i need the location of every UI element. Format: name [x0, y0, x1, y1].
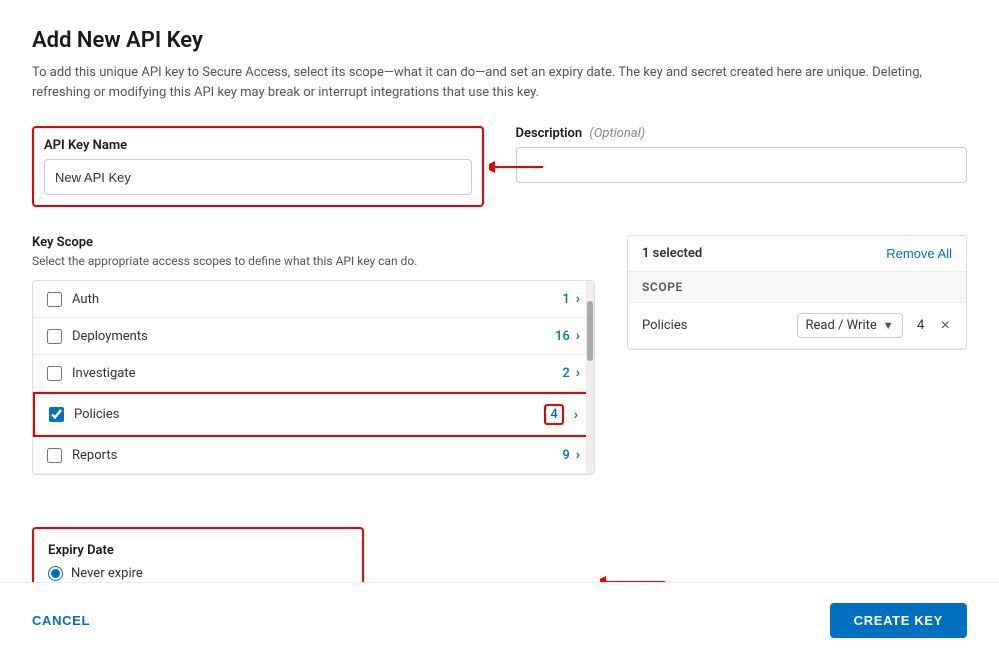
dropdown-chevron-icon: ▼ [883, 319, 894, 332]
api-key-name-highlight-box: API Key Name [32, 126, 484, 207]
permission-value: Read / Write [806, 318, 877, 333]
key-scope-description: Select the appropriate access scopes to … [32, 254, 595, 268]
description-label: Description (Optional) [516, 126, 968, 141]
scope-chevron-deployments[interactable]: › [576, 328, 580, 344]
name-desc-row: API Key Name Description (Optional) [32, 126, 967, 207]
scope-chevron-reports[interactable]: › [576, 447, 580, 463]
scope-item-deployments[interactable]: Deployments 16 › [33, 318, 594, 355]
scope-item-policies[interactable]: Policies 4 › [33, 392, 594, 437]
scope-name-deployments: Deployments [72, 329, 555, 344]
key-scope-title: Key Scope [32, 235, 595, 250]
description-input[interactable] [516, 147, 968, 183]
scope-checkbox-deployments[interactable] [47, 329, 62, 344]
never-expire-radio[interactable] [48, 566, 63, 581]
selected-count-badge: 4 [913, 318, 929, 333]
scope-chevron-auth[interactable]: › [576, 291, 580, 307]
scope-count-policies: 4 [544, 404, 563, 425]
selected-scope-row-policies: Policies Read / Write ▼ 4 × [628, 303, 966, 349]
cancel-button[interactable]: CANCEL [32, 613, 90, 628]
optional-tag: (Optional) [589, 126, 645, 141]
scope-name-reports: Reports [72, 448, 562, 463]
scope-scrollbar-thumb [587, 301, 593, 361]
scope-name-auth: Auth [72, 292, 562, 307]
create-key-button[interactable]: CREATE KEY [830, 603, 967, 638]
scope-chevron-policies[interactable]: › [574, 407, 578, 423]
scope-chevron-investigate[interactable]: › [576, 365, 580, 381]
scope-count-investigate: 2 [562, 366, 569, 381]
remove-all-button[interactable]: Remove All [886, 246, 952, 261]
scope-checkbox-auth[interactable] [47, 292, 62, 307]
never-expire-label: Never expire [71, 566, 143, 581]
page-description: To add this unique API key to Secure Acc… [32, 63, 932, 102]
selected-panel-header: 1 selected Remove All [628, 236, 966, 272]
api-key-name-label: API Key Name [44, 138, 472, 153]
scope-name-investigate: Investigate [72, 366, 562, 381]
selected-scope-name: Policies [642, 318, 787, 333]
description-section: Description (Optional) [516, 126, 968, 207]
api-key-name-section: API Key Name [32, 126, 484, 207]
scope-checkbox-policies[interactable] [49, 407, 64, 422]
key-scope-section: Key Scope Select the appropriate access … [32, 235, 595, 634]
never-expire-option[interactable]: Never expire [48, 566, 348, 581]
main-content-layout: Key Scope Select the appropriate access … [32, 235, 967, 634]
scope-scrollbar[interactable] [586, 281, 594, 474]
scope-checkbox-reports[interactable] [47, 448, 62, 463]
selected-scopes-panel: 1 selected Remove All Scope Policies Rea… [627, 235, 967, 634]
permission-dropdown[interactable]: Read / Write ▼ [797, 313, 903, 338]
selected-count: 1 selected [642, 246, 702, 261]
expiry-title: Expiry Date [48, 543, 348, 558]
selected-table-header: Scope [628, 272, 966, 303]
scope-count-reports: 9 [562, 448, 569, 463]
remove-policies-button[interactable]: × [939, 318, 952, 334]
scope-count-auth: 1 [562, 292, 569, 307]
scope-item-reports[interactable]: Reports 9 › [33, 437, 594, 474]
scope-count-deployments: 16 [555, 329, 570, 344]
selected-panel-container: 1 selected Remove All Scope Policies Rea… [627, 235, 967, 350]
scope-checkbox-investigate[interactable] [47, 366, 62, 381]
scope-item-auth[interactable]: Auth 1 › [33, 281, 594, 318]
page-title: Add New API Key [32, 28, 967, 53]
api-key-name-input[interactable] [44, 159, 472, 195]
scope-list: Auth 1 › Deployments 16 › Investigate 2 … [32, 280, 595, 475]
scope-name-policies: Policies [74, 407, 544, 422]
footer: CANCEL CREATE KEY [0, 582, 999, 658]
scope-item-investigate[interactable]: Investigate 2 › [33, 355, 594, 392]
